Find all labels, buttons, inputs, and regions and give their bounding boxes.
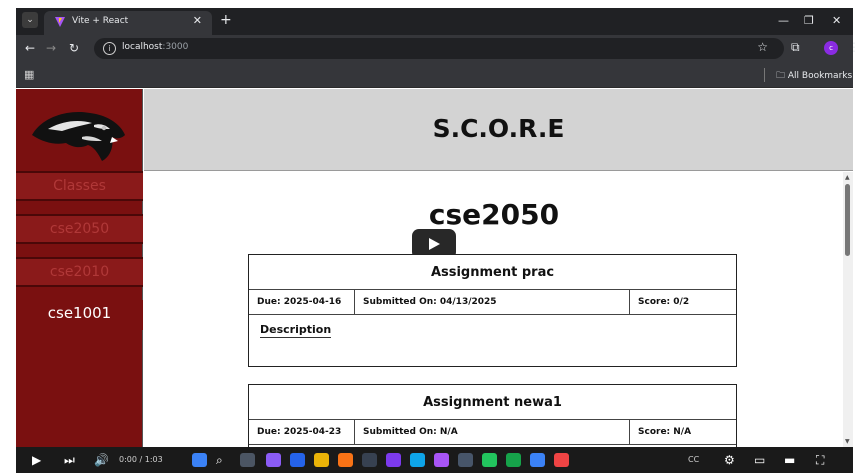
chrome-icon[interactable]	[338, 453, 353, 467]
tab-title: Vite + React	[72, 16, 129, 26]
main-content: cse2050 Assignment prac Due: 2025-04-16 …	[144, 172, 844, 447]
all-bookmarks-label: All Bookmarks	[787, 71, 853, 81]
app-icon[interactable]	[506, 453, 521, 467]
cc-icon[interactable]: CC	[688, 455, 699, 464]
task-view-icon[interactable]	[240, 453, 255, 467]
panther-logo-icon	[32, 111, 125, 161]
search-icon[interactable]: ⌕	[216, 452, 223, 468]
gear-icon[interactable]: ⚙	[724, 452, 735, 468]
site-info-icon[interactable]: i	[103, 42, 116, 55]
class-title: cse2050	[428, 198, 560, 231]
app-icon[interactable]	[266, 453, 281, 467]
app-title: S.C.O.R.E	[432, 114, 565, 143]
browser-tab-strip: ⌄ Vite + React ✕ + — ❐ ✕	[16, 8, 853, 35]
app-header: S.C.O.R.E	[144, 89, 853, 171]
assignment-due: Due: 2025-04-23	[249, 420, 355, 445]
tab-search-button[interactable]: ⌄	[22, 12, 38, 28]
url-host: localhost	[122, 42, 163, 52]
close-window-button[interactable]: ✕	[832, 14, 841, 27]
address-bar[interactable]: i localhost:3000 ☆	[94, 38, 784, 59]
app-icon[interactable]	[458, 453, 473, 467]
teams-icon[interactable]	[386, 453, 401, 467]
vite-favicon-icon	[55, 17, 65, 27]
app-icon[interactable]	[554, 453, 569, 467]
video-player-bar: ▶ ⏭ 🔊 0:00 / 1:03 ⌕ CC ⚙ ▭ ▬ ⛶	[16, 447, 853, 473]
theater-icon[interactable]: ▬	[784, 452, 795, 468]
vscode-icon[interactable]	[410, 453, 425, 467]
browser-menu-icon[interactable]: ⋮	[848, 40, 856, 54]
browser-tab[interactable]: Vite + React ✕	[44, 11, 212, 35]
sidebar: Classes cse2050 cse2010 cse1001	[16, 89, 143, 447]
sidebar-item-cse2050[interactable]: cse2050	[16, 214, 143, 244]
scroll-up-icon[interactable]: ▲	[845, 174, 850, 181]
apps-grid-icon[interactable]: ▦	[24, 68, 34, 81]
volume-icon[interactable]: 🔊	[94, 452, 109, 468]
player-time: 0:00 / 1:03	[119, 455, 163, 464]
new-tab-button[interactable]: +	[220, 12, 232, 28]
assignment-title: Assignment newa1	[249, 385, 736, 420]
assignment-card: Assignment prac Due: 2025-04-16 Submitte…	[248, 254, 737, 367]
assignment-submitted: Submitted On: N/A	[355, 420, 630, 445]
assignment-due: Due: 2025-04-16	[249, 290, 355, 315]
file-explorer-icon[interactable]	[314, 453, 329, 467]
app-icon[interactable]	[290, 453, 305, 467]
web-page: Classes cse2050 cse2010 cse1001 S.C.O.R.…	[16, 89, 853, 447]
fullscreen-icon[interactable]: ⛶	[816, 452, 824, 468]
player-play-icon[interactable]: ▶	[32, 452, 41, 468]
bookmarks-bar: ▦ 🗀 All Bookmarks	[16, 62, 853, 88]
assignment-score: Score: N/A	[638, 427, 692, 437]
url-port: :3000	[162, 42, 189, 52]
assignment-description-area: Description	[249, 315, 736, 365]
browser-toolbar: ← → ↻ i localhost:3000 ☆ ⧉ c ⋮	[16, 35, 856, 62]
windows-start-icon[interactable]	[192, 453, 207, 467]
minimize-button[interactable]: —	[778, 14, 789, 27]
assignment-title: Assignment prac	[249, 255, 736, 290]
assignment-score: Score: 0/2	[638, 297, 690, 307]
scroll-down-icon[interactable]: ▼	[845, 438, 850, 445]
all-bookmarks-button[interactable]: 🗀 All Bookmarks	[776, 68, 852, 84]
assignment-description-label[interactable]: Description	[260, 323, 332, 338]
profile-avatar[interactable]: c	[824, 41, 838, 55]
forward-button[interactable]: →	[46, 40, 56, 56]
tab-close-icon[interactable]: ✕	[193, 14, 202, 27]
page-scrollbar[interactable]: ▲ ▼	[843, 172, 853, 447]
extensions-icon[interactable]: ⧉	[791, 40, 800, 55]
app-icon[interactable]	[434, 453, 449, 467]
maximize-button[interactable]: ❐	[804, 14, 814, 27]
play-icon	[429, 238, 440, 250]
bookmark-star-icon[interactable]: ☆	[757, 40, 768, 54]
bookmarks-separator	[764, 68, 765, 82]
next-icon[interactable]: ⏭	[64, 452, 75, 468]
sidebar-header-classes: Classes	[16, 171, 143, 201]
scrollbar-thumb[interactable]	[845, 184, 850, 256]
app-icon[interactable]	[482, 453, 497, 467]
address-url: localhost:3000	[122, 42, 188, 52]
assignment-submitted: Submitted On: 04/13/2025	[355, 290, 630, 315]
sidebar-item-cse2010[interactable]: cse2010	[16, 257, 143, 287]
app-icon[interactable]	[530, 453, 545, 467]
miniplayer-icon[interactable]: ▭	[754, 452, 765, 468]
app-icon[interactable]	[362, 453, 377, 467]
assignment-meta-row: Due: 2025-04-23 Submitted On: N/A Score:…	[249, 420, 736, 445]
reload-button[interactable]: ↻	[69, 40, 79, 56]
assignment-card: Assignment newa1 Due: 2025-04-23 Submitt…	[248, 384, 737, 447]
assignment-meta-row: Due: 2025-04-16 Submitted On: 04/13/2025…	[249, 290, 736, 315]
sidebar-item-cse1001[interactable]: cse1001	[16, 300, 143, 330]
back-button[interactable]: ←	[25, 40, 35, 56]
